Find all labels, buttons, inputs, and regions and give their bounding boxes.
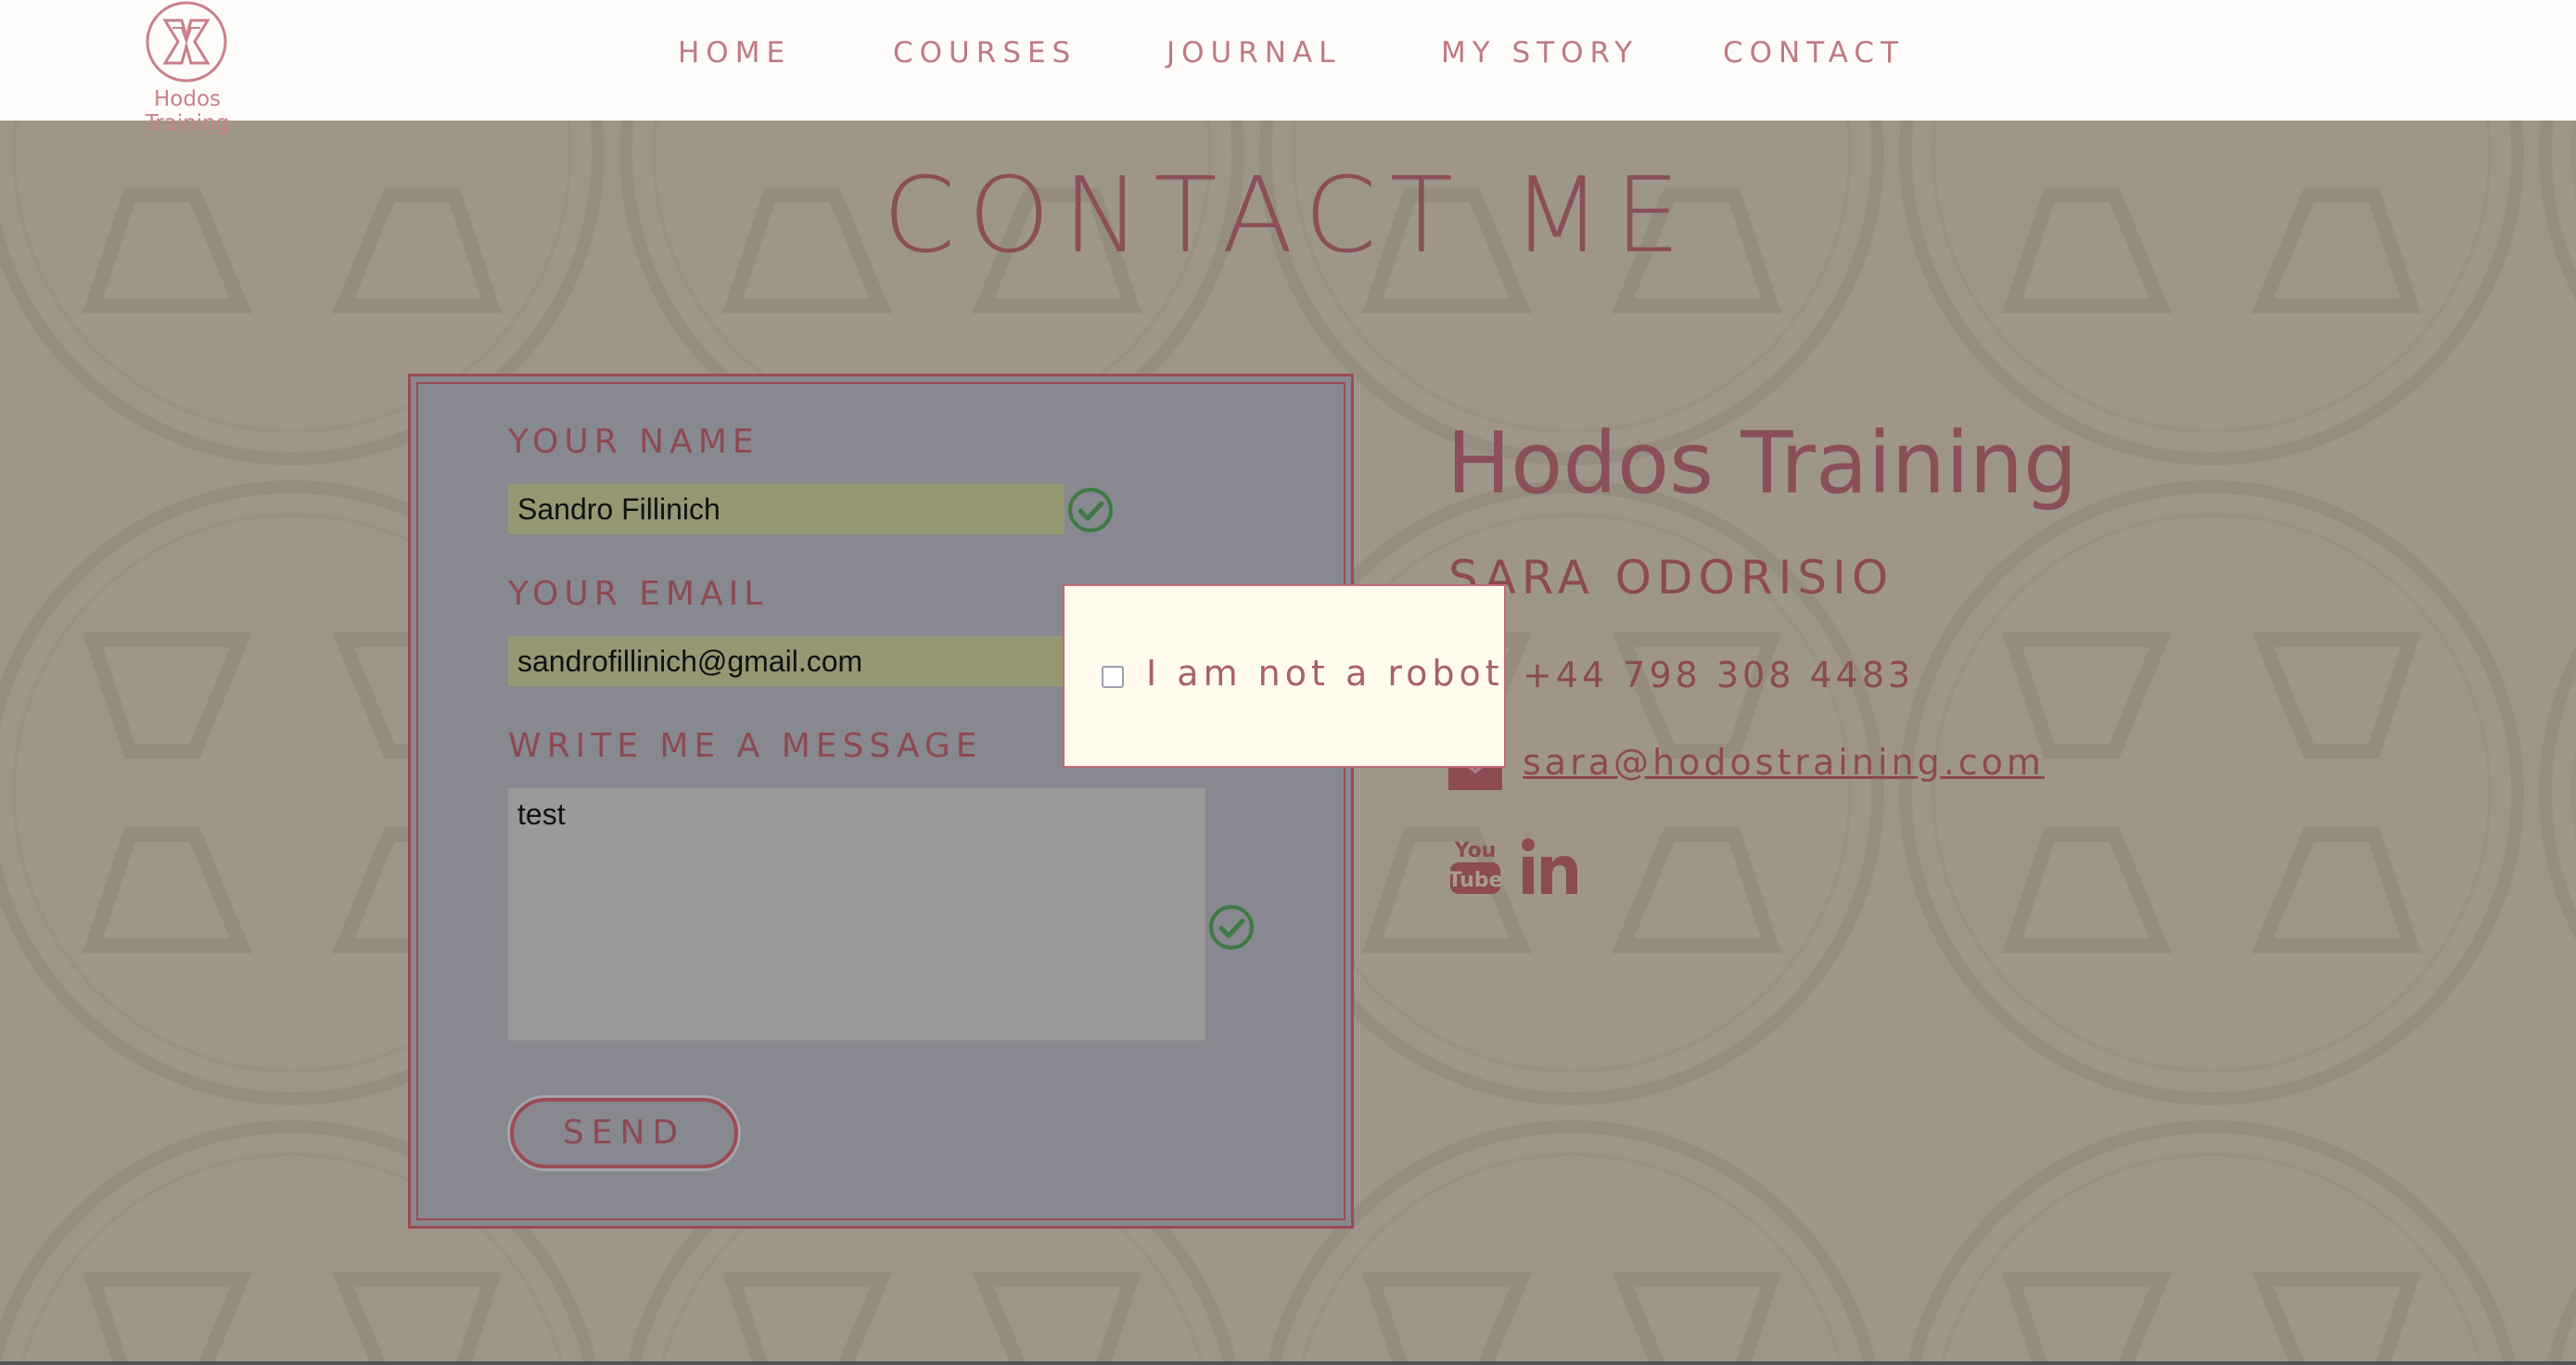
- person-name: SARA ODORISIO: [1448, 551, 1894, 605]
- phone-number: +44 798 308 4483: [1523, 655, 1915, 695]
- page-title: CONTACT ME: [882, 156, 1694, 276]
- youtube-icon[interactable]: You Tube: [1448, 835, 1502, 896]
- name-label: YOUR NAME: [508, 423, 759, 461]
- main-nav: HOME COURSES JOURNAL MY STORY CONTACT: [0, 0, 2576, 107]
- message-valid-check-icon: [1209, 905, 1254, 950]
- send-button[interactable]: SEND: [510, 1098, 738, 1168]
- svg-text:You: You: [1454, 839, 1497, 862]
- email-link[interactable]: sara@hodostraining.com: [1523, 742, 2045, 783]
- message-label: WRITE ME A MESSAGE: [508, 727, 983, 765]
- nav-my-story[interactable]: MY STORY: [1441, 32, 1639, 74]
- site-header: Hodos Training HOME COURSES JOURNAL MY S…: [0, 0, 2576, 135]
- captcha-label: I am not a robot: [1146, 653, 1504, 694]
- name-valid-check-icon: [1068, 488, 1113, 532]
- email-label: YOUR EMAIL: [508, 575, 769, 613]
- nav-courses[interactable]: COURSES: [893, 32, 1077, 74]
- captcha-checkbox[interactable]: [1102, 666, 1124, 688]
- linkedin-icon[interactable]: [1521, 836, 1580, 896]
- captcha-dialog: I am not a robot: [1063, 584, 1506, 768]
- company-name: Hodos Training: [1447, 414, 2078, 513]
- name-field[interactable]: [508, 484, 1065, 534]
- nav-contact[interactable]: CONTACT: [1723, 32, 1905, 74]
- nav-journal[interactable]: JOURNAL: [1167, 32, 1341, 74]
- email-field[interactable]: [508, 636, 1065, 686]
- page-bottom-edge: [0, 1361, 2576, 1365]
- nav-home[interactable]: HOME: [678, 32, 791, 74]
- message-textarea[interactable]: test: [508, 788, 1205, 1040]
- svg-text:Tube: Tube: [1448, 869, 1502, 892]
